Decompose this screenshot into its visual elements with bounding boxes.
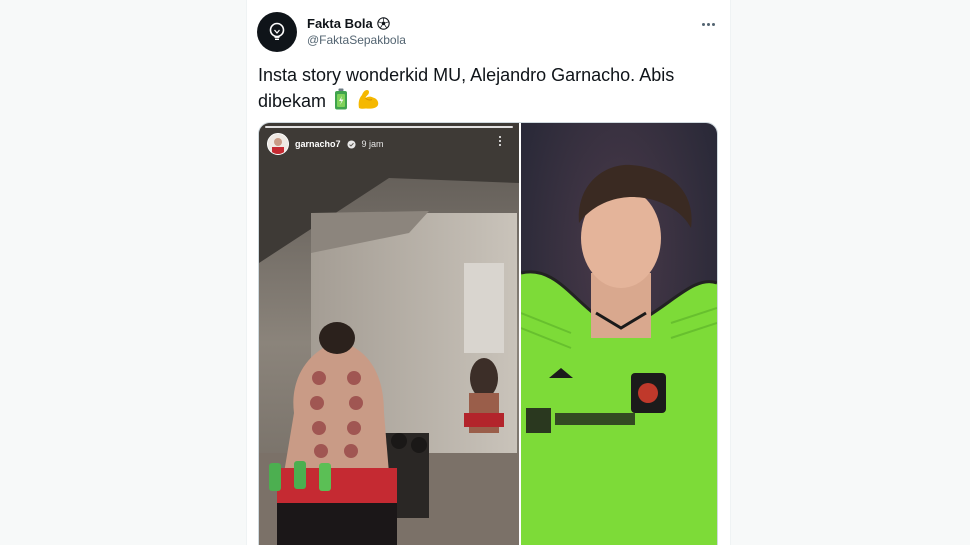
profile-avatar[interactable] [257,12,297,52]
battery-icon [335,88,348,110]
display-name[interactable]: Fakta Bola [307,16,373,31]
page: Fakta Bola @FaktaSepakbola Insta story w… [0,0,970,545]
story-photo[interactable] [259,123,519,545]
player-photo[interactable] [521,123,717,545]
tweet-media[interactable]: garnacho7 9 jam [258,122,718,545]
more-dots-icon [701,22,705,26]
tweet-text: Insta story wonderkid MU, Alejandro Garn… [258,63,698,114]
tweet-header: Fakta Bola @FaktaSepakbola [257,12,720,54]
story-avatar[interactable] [267,133,289,155]
verified-icon [346,139,356,149]
story-progress-bar [259,123,519,129]
story-avatar-image [268,134,288,154]
story-time: 9 jam [361,139,384,149]
story-username[interactable]: garnacho7 [295,139,341,149]
user-handle[interactable]: @FaktaSepakbola [307,33,406,47]
story-header: garnacho7 9 jam [267,133,384,155]
soccer-ball-icon [377,17,390,30]
name-row: Fakta Bola [307,16,390,31]
more-dots-icon [499,136,501,138]
lightbulb-icon [269,22,285,40]
flexed-biceps-icon [358,90,379,109]
tweet-card[interactable]: Fakta Bola @FaktaSepakbola Insta story w… [246,0,731,545]
tweet-body: Insta story wonderkid MU, Alejandro Garn… [258,65,675,111]
story-more-button[interactable] [499,136,501,146]
more-options-button[interactable] [696,16,720,32]
